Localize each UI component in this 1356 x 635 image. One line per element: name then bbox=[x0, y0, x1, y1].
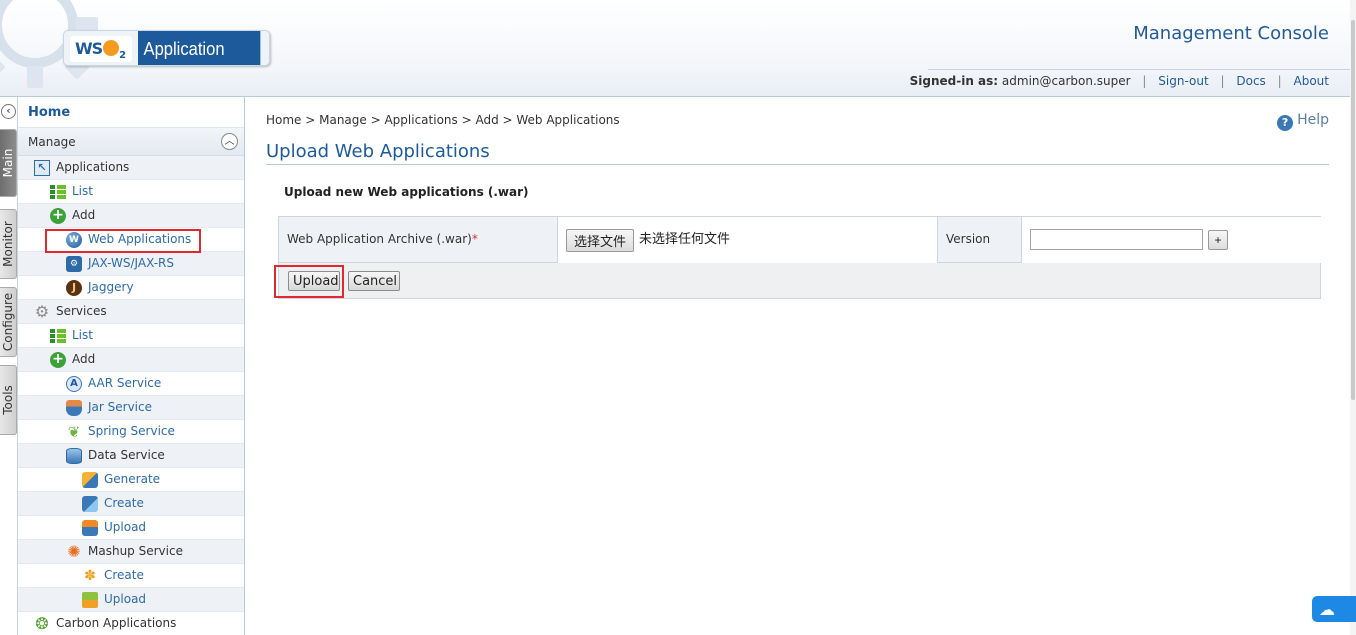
menu-item-aar-service[interactable]: A AAR Service bbox=[18, 372, 244, 396]
vertical-tabs: ‹ Main Monitor Configure Tools bbox=[0, 97, 18, 635]
collapse-section-icon[interactable]: ︿ bbox=[221, 133, 238, 150]
menu-item-data-create[interactable]: Create bbox=[18, 492, 244, 516]
floating-widget-button[interactable]: ☁ bbox=[1312, 596, 1356, 622]
page-title: Upload Web Applications bbox=[266, 141, 490, 162]
version-input-cell: + bbox=[1022, 217, 1321, 263]
list-icon bbox=[50, 328, 66, 344]
wso2-logo: WS 2 bbox=[70, 36, 132, 62]
version-input[interactable] bbox=[1030, 229, 1203, 250]
menu-item-jaggery[interactable]: J Jaggery bbox=[18, 276, 244, 300]
menu-item-jar-service[interactable]: Jar Service bbox=[18, 396, 244, 420]
menu-item-spring-service[interactable]: ❦ Spring Service bbox=[18, 420, 244, 444]
user-bar: Signed-in as: admin@carbon.super | Sign-… bbox=[910, 74, 1329, 88]
version-label: Version bbox=[946, 232, 991, 246]
docs-link[interactable]: Docs bbox=[1236, 74, 1265, 88]
menu-item-services-add[interactable]: + Add bbox=[18, 348, 244, 372]
left-menu: Home Manage ︿ ↖ Applications List + Add … bbox=[18, 97, 245, 635]
menu-item-services[interactable]: ⚙ Services bbox=[18, 300, 244, 324]
add-icon: + bbox=[50, 208, 66, 224]
upload-icon bbox=[82, 592, 98, 608]
list-icon bbox=[50, 184, 66, 200]
menu-item-applications-add[interactable]: + Add bbox=[18, 204, 244, 228]
file-input-cell: 选择文件 未选择任何文件 bbox=[558, 217, 938, 263]
carbon-applications-icon: ❂ bbox=[35, 614, 49, 633]
help-link[interactable]: ? Help bbox=[1277, 112, 1329, 131]
tab-monitor[interactable]: Monitor bbox=[0, 209, 17, 279]
database-icon bbox=[66, 448, 82, 464]
console-title: Management Console bbox=[1133, 23, 1329, 44]
choose-file-button[interactable]: 选择文件 bbox=[566, 229, 635, 252]
tab-main[interactable]: Main bbox=[0, 129, 17, 197]
menu-item-mashup-upload[interactable]: Upload bbox=[18, 588, 244, 612]
menu-item-data-upload[interactable]: Upload bbox=[18, 516, 244, 540]
sign-out-link[interactable]: Sign-out bbox=[1158, 74, 1208, 88]
menu-item-mashup-create[interactable]: ✽ Create bbox=[18, 564, 244, 588]
create-icon bbox=[82, 496, 98, 512]
add-version-button[interactable]: + bbox=[1208, 230, 1228, 250]
topbar-divider bbox=[928, 69, 1356, 70]
separator: | bbox=[1220, 74, 1225, 88]
required-marker: * bbox=[471, 232, 478, 246]
separator: | bbox=[1142, 74, 1147, 88]
signed-in-user: admin@carbon.super bbox=[1001, 74, 1131, 88]
menu-item-data-generate[interactable]: Generate bbox=[18, 468, 244, 492]
file-status: 未选择任何文件 bbox=[639, 232, 731, 247]
menu-item-jax-ws[interactable]: ⚙ JAX-WS/JAX-RS bbox=[18, 252, 244, 276]
cancel-button[interactable]: Cancel bbox=[348, 271, 400, 291]
signed-in-label: Signed-in as: bbox=[909, 74, 999, 88]
mashup-icon: ✺ bbox=[67, 542, 81, 561]
archive-label: Web Application Archive (.war) bbox=[287, 232, 472, 246]
breadcrumb[interactable]: Home > Manage > Applications > Add > Web… bbox=[266, 113, 620, 127]
scrollbar-thumb[interactable] bbox=[1351, 20, 1355, 400]
collapse-menu-icon[interactable]: ‹ bbox=[1, 104, 16, 119]
tab-configure[interactable]: Configure bbox=[0, 287, 17, 357]
upload-form-table: Web Application Archive (.war)* 选择文件 未选择… bbox=[278, 216, 1321, 263]
aar-service-icon: A bbox=[66, 376, 82, 392]
jar-service-icon bbox=[66, 400, 82, 416]
tab-tools[interactable]: Tools bbox=[0, 365, 17, 435]
create-icon: ✽ bbox=[84, 568, 96, 584]
menu-section-manage[interactable]: Manage ︿ bbox=[18, 128, 244, 156]
spring-leaf-icon: ❦ bbox=[67, 423, 81, 441]
page-scrollbar[interactable] bbox=[1350, 0, 1356, 635]
menu-home-link[interactable]: Home bbox=[18, 97, 244, 128]
gear-icon: ⚙ bbox=[34, 302, 50, 321]
add-icon: + bbox=[50, 352, 66, 368]
cloud-icon: ☁ bbox=[1319, 600, 1335, 619]
separator: | bbox=[1277, 74, 1282, 88]
menu-item-applications-list[interactable]: List bbox=[18, 180, 244, 204]
menu-section-label: Manage bbox=[28, 135, 76, 149]
jax-ws-icon: ⚙ bbox=[66, 256, 82, 272]
title-divider bbox=[266, 164, 1329, 165]
menu-item-services-list[interactable]: List bbox=[18, 324, 244, 348]
header: WS2 Application Server Management Consol… bbox=[0, 0, 1356, 97]
upload-icon bbox=[82, 520, 98, 536]
about-link[interactable]: About bbox=[1294, 74, 1329, 88]
archive-label-cell: Web Application Archive (.war)* bbox=[279, 217, 558, 263]
generate-icon bbox=[82, 472, 98, 488]
applications-icon: ↖ bbox=[34, 160, 50, 176]
highlight-box bbox=[274, 265, 344, 298]
menu-item-data-service[interactable]: Data Service bbox=[18, 444, 244, 468]
button-bar: Upload Cancel bbox=[278, 263, 1321, 299]
section-heading: Upload new Web applications (.war) bbox=[284, 185, 529, 199]
menu-item-carbon-applications[interactable]: ❂ Carbon Applications bbox=[18, 612, 244, 635]
main-content: Home > Manage > Applications > Add > Web… bbox=[246, 97, 1356, 635]
highlight-box bbox=[45, 229, 201, 253]
help-icon: ? bbox=[1277, 115, 1294, 131]
jaggery-icon: J bbox=[66, 280, 82, 296]
menu-item-mashup-service[interactable]: ✺ Mashup Service bbox=[18, 540, 244, 564]
menu-item-applications[interactable]: ↖ Applications bbox=[18, 156, 244, 180]
version-label-cell: Version bbox=[938, 217, 1022, 263]
logo-text: Application Server bbox=[138, 31, 261, 65]
product-logo[interactable]: WS2 Application Server bbox=[63, 30, 270, 66]
